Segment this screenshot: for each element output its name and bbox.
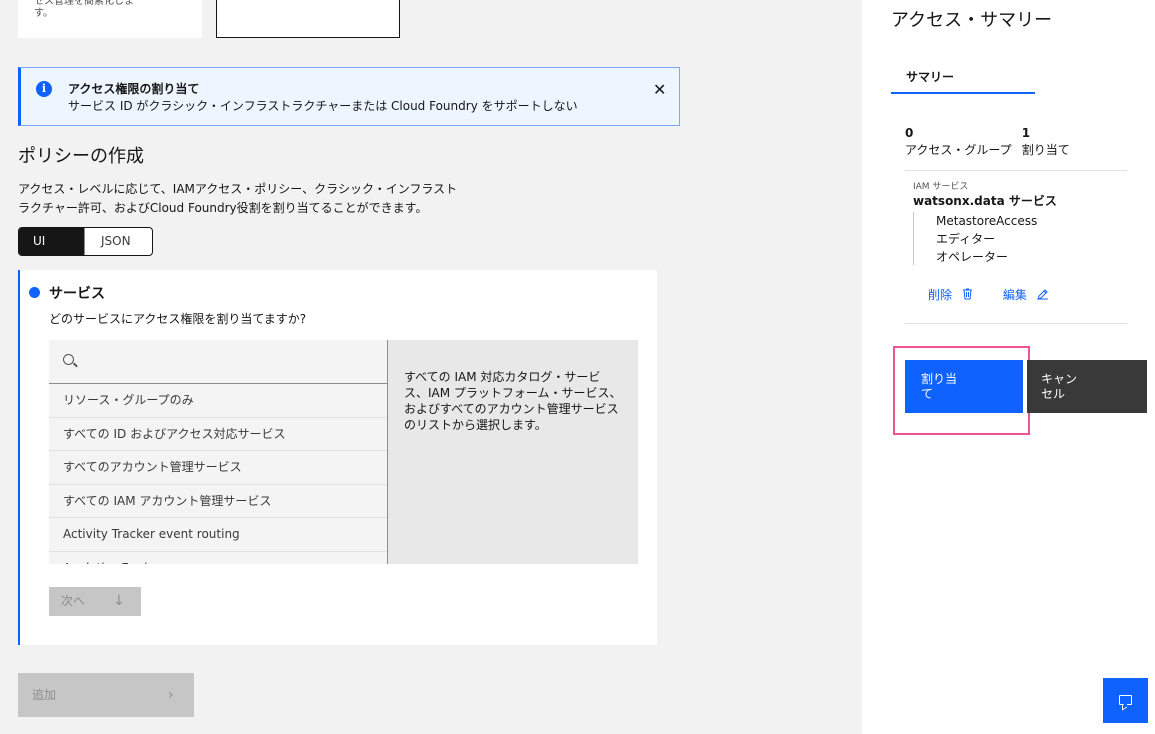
tab-summary[interactable]: サマリー [891,62,1035,94]
summary-counts: 0 アクセス・グループ 1 割り当て [905,125,1080,159]
summary-panel: アクセス・サマリー サマリー 0 アクセス・グループ 1 割り当て IAM サー… [862,0,1155,734]
role-list: MetastoreAccess エディター オペレーター [913,212,1037,265]
next-label: 次へ [61,594,86,608]
switch-ui[interactable]: UI [19,228,84,255]
divider [905,323,1127,324]
close-icon[interactable]: ✕ [653,80,666,99]
service-list: リソース・グループのみ すべての ID およびアクセス対応サービス すべてのアカ… [49,340,388,564]
edit-button[interactable]: 編集 [1003,286,1049,303]
chat-icon [1119,695,1132,705]
cancel-button[interactable]: キャンセル [1027,360,1147,413]
add-button[interactable]: 追加 › [18,673,194,717]
summary-title: アクセス・サマリー [891,10,1053,31]
next-button[interactable]: 次へ ↓ [49,587,141,616]
info-icon: i [36,81,52,97]
service-step: サービス どのサービスにアクセス権限を割り当てますか? リソース・グループのみ … [18,270,657,645]
role-item: MetastoreAccess [936,214,1038,228]
service-caption: IAM サービス [913,182,969,192]
assignment-count: 1 割り当て [1022,125,1070,159]
policy-description: アクセス・レベルに応じて、IAMアクセス・ポリシー、クラシック・インフラスト ラ… [18,180,498,218]
search-input[interactable] [85,340,375,383]
step-indicator-icon [29,287,40,298]
step-question: どのサービスにアクセス権限を割り当てますか? [49,312,307,326]
search-bar [49,340,387,384]
delete-label: 削除 [928,288,953,302]
list-item[interactable]: すべてのアカウント管理サービス [49,451,387,485]
count-value: 1 [1021,126,1031,140]
description-line: ラクチャー許可、およびCloud Foundry役割を割り当てることができます。 [18,201,428,215]
trash-icon [962,288,972,300]
role-item: エディター [936,232,996,246]
option-tile[interactable]: セス管理を簡素化しま す。 [18,0,202,38]
page-title: ポリシーの作成 [18,146,144,167]
summary-actions: 削除 編集 [928,286,1079,303]
option-tile-text: セス管理を簡素化しま す。 [34,0,134,19]
count-value: 0 [905,126,914,140]
list-item[interactable]: すべての ID およびアクセス対応サービス [49,418,387,451]
delete-button[interactable]: 削除 [928,286,973,303]
switch-json[interactable]: JSON [84,228,152,255]
chevron-right-icon: › [168,687,174,703]
description-line: アクセス・レベルに応じて、IAMアクセス・ポリシー、クラシック・インフラスト [18,182,458,196]
list-item[interactable]: すべての IAM アカウント管理サービス [49,485,387,518]
list-item[interactable]: Activity Tracker event routing [49,518,387,552]
step-title: サービス [49,286,105,302]
divider [905,170,1127,171]
main-panel: セス管理を簡素化しま す。 i アクセス権限の割り当て サービス ID がクラシ… [0,0,862,734]
role-item: オペレーター [936,250,1009,264]
list-item[interactable]: Analytics Engine [49,552,387,565]
notification-title: アクセス権限の割り当て [68,82,200,96]
notification-subtitle: サービス ID がクラシック・インフラストラクチャーまたは Cloud Foun… [68,99,578,113]
content-switcher: UI JSON [18,227,153,256]
add-label: 追加 [32,688,57,702]
edit-label: 編集 [1002,288,1027,302]
service-info-panel: すべての IAM 対応カタログ・サービス、IAM プラットフォーム・サービス、お… [388,340,638,564]
service-name: watsonx.data サービス [913,194,1057,208]
pencil-icon [1036,289,1048,300]
list-item[interactable]: リソース・グループのみ [49,384,387,418]
count-label: 割り当て [1021,143,1070,157]
assign-button[interactable]: 割り当て [905,360,1023,413]
access-group-count: 0 アクセス・グループ [905,125,1012,159]
arrow-down-icon: ↓ [113,593,125,609]
info-notification: i アクセス権限の割り当て サービス ID がクラシック・インフラストラクチャー… [18,67,680,126]
option-tile-selected[interactable] [216,0,400,38]
count-label: アクセス・グループ [905,143,1012,157]
search-icon [63,354,74,365]
chat-button[interactable] [1103,678,1148,723]
